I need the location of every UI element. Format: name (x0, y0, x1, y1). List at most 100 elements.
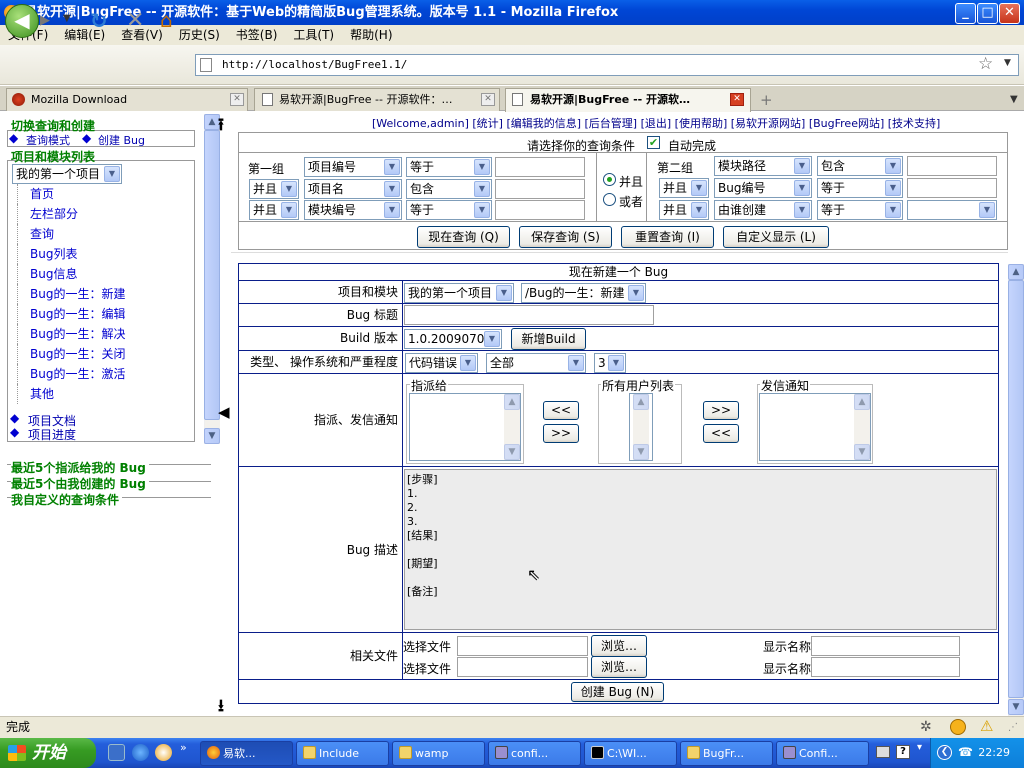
display-name-input-1[interactable] (811, 636, 960, 656)
tree-item-other[interactable]: 其他 (17, 384, 177, 404)
description-textarea[interactable]: [步骤] 1. 2. 3. [结果] [期望] [备注] (404, 469, 997, 630)
create-bug-button[interactable]: 创建 Bug (N) (571, 682, 664, 702)
maximize-button[interactable]: □ (977, 3, 998, 24)
radio-and[interactable] (603, 173, 616, 186)
tab-close-icon[interactable]: ✕ (230, 93, 244, 106)
g2-logic-select-2[interactable]: 并且 ▼ (659, 178, 709, 198)
g2-logic-select-3[interactable]: 并且 ▼ (659, 200, 709, 220)
scroll-up-icon[interactable]: ▲ (504, 394, 520, 410)
tree-item-bug-info[interactable]: Bug信息 (17, 264, 177, 284)
bug-type-select[interactable]: 代码错误 ▼ (405, 353, 478, 373)
recent-assigned-link[interactable]: 最近5个指派给我的 Bug (11, 459, 149, 476)
move-right-button[interactable]: >> (543, 424, 579, 443)
tree-item-left-part[interactable]: 左栏部分 (17, 204, 177, 224)
history-dropdown-icon[interactable]: ▼ (63, 13, 71, 24)
tree-item-query[interactable]: 查询 (17, 224, 177, 244)
help-icon[interactable]: ? (896, 745, 910, 759)
radio-or[interactable] (603, 193, 616, 206)
bug-project-select[interactable]: 我的第一个项目 ▼ (404, 283, 514, 303)
tab-close-icon[interactable]: ✕ (481, 93, 495, 106)
add-mail-button[interactable]: >> (703, 401, 739, 420)
home-icon[interactable]: ⌂ (160, 8, 173, 32)
tab-list-dropdown-icon[interactable]: ▼ (1010, 94, 1018, 105)
build-select[interactable]: 1.0.20090708 ▼ (404, 329, 502, 349)
project-progress-link[interactable]: 项目进度 (28, 426, 76, 443)
bookmark-star-icon[interactable]: ☆ (978, 54, 993, 74)
tree-item-lifecycle-resolve[interactable]: Bug的一生：解决 (17, 324, 177, 344)
menu-bookmarks[interactable]: 书签(B) (236, 28, 278, 42)
move-left-button[interactable]: << (543, 401, 579, 420)
tree-item-lifecycle-edit[interactable]: Bug的一生：编辑 (17, 304, 177, 324)
top-links[interactable]: [Welcome,admin] [统计] [编辑我的信息] [后台管理] [退出… (372, 115, 940, 131)
bug-title-input[interactable] (404, 305, 654, 325)
tab-mozilla-download[interactable]: Mozilla Download (6, 88, 248, 111)
close-window-button[interactable]: ✕ (999, 3, 1020, 24)
g1-field-select-2[interactable]: 项目名 ▼ (304, 179, 402, 199)
browse-button-1[interactable]: 浏览… (591, 635, 647, 657)
reload-icon[interactable]: ↻ (90, 9, 108, 33)
query-mode-link[interactable]: 查询模式 (26, 132, 70, 148)
scroll-down-icon[interactable]: ▼ (633, 444, 649, 460)
g2-value-select-3[interactable]: ▼ (907, 200, 997, 220)
scroll-thumb[interactable] (204, 130, 220, 420)
remove-mail-button[interactable]: << (703, 424, 739, 443)
g1-value-input-3[interactable] (495, 200, 585, 220)
tree-item-lifecycle-activate[interactable]: Bug的一生：激活 (17, 364, 177, 384)
quicklaunch-more-icon[interactable]: » (180, 741, 187, 754)
g1-value-input-2[interactable] (495, 179, 585, 199)
url-bar[interactable]: http://localhost/BugFree1.1/ (195, 54, 1019, 76)
autocomplete-checkbox[interactable]: ✔ (647, 136, 660, 149)
url-dropdown-icon[interactable]: ▼ (1004, 58, 1011, 68)
collapse-left-icon[interactable]: ◀ (218, 403, 230, 421)
scroll-down-icon[interactable]: ▼ (854, 444, 870, 460)
quicklaunch-media-icon[interactable] (155, 744, 172, 761)
os-select[interactable]: 全部 ▼ (486, 353, 586, 373)
tree-item-lifecycle-close[interactable]: Bug的一生：关闭 (17, 344, 177, 364)
quicklaunch-ie-icon[interactable] (132, 744, 149, 761)
custom-display-button[interactable]: 自定义显示 (L) (723, 226, 829, 248)
query-now-button[interactable]: 现在查询 (Q) (417, 226, 510, 248)
menu-history[interactable]: 历史(S) (179, 28, 220, 42)
scroll-down-icon[interactable]: ▼ (1008, 699, 1024, 715)
tab-bugfree-2[interactable]: 易软开源|BugFree -- 开源软… (505, 88, 751, 112)
network-icon[interactable]: ☎ (958, 746, 974, 758)
g2-value-input-2[interactable] (907, 178, 997, 198)
g1-op-select-1[interactable]: 等于 ▼ (406, 157, 492, 177)
severity-select[interactable]: 3 ▼ (594, 353, 626, 373)
file-input-1[interactable] (457, 636, 588, 656)
g2-field-select-1[interactable]: 模块路径 ▼ (714, 156, 812, 176)
g1-field-select-1[interactable]: 项目编号 ▼ (304, 157, 402, 177)
forward-arrow-icon[interactable]: ▶ (40, 11, 60, 31)
smiley-icon[interactable] (950, 719, 966, 735)
menu-tools[interactable]: 工具(T) (293, 28, 334, 42)
display-name-input-2[interactable] (811, 657, 960, 677)
tab-close-icon[interactable]: ✕ (730, 93, 744, 106)
g1-op-select-3[interactable]: 等于 ▼ (406, 200, 492, 220)
recent-created-link[interactable]: 最近5个由我创建的 Bug (11, 475, 149, 492)
g2-field-select-2[interactable]: Bug编号 ▼ (714, 178, 812, 198)
scroll-down-icon[interactable]: ▼ (204, 428, 220, 444)
keyboard-icon[interactable] (876, 746, 890, 758)
g1-logic-select-3[interactable]: 并且 ▼ (249, 200, 299, 220)
scroll-up-icon[interactable]: ▲ (1008, 264, 1024, 280)
quicklaunch-desktop-icon[interactable] (108, 744, 125, 761)
tree-item-lifecycle-new[interactable]: Bug的一生：新建 (17, 284, 177, 304)
project-select[interactable]: 我的第一个项目 ▼ (12, 164, 122, 184)
tree-item-bug-list[interactable]: Bug列表 (17, 244, 177, 264)
toolbar-more-icon[interactable]: ▾ (917, 742, 922, 753)
up-arrow-icon[interactable]: ⭱ (218, 112, 224, 141)
tab-bugfree-1[interactable]: 易软开源|BugFree -- 开源软件：… (254, 88, 500, 111)
minimize-button[interactable]: _ (955, 3, 976, 24)
g2-field-select-3[interactable]: 由谁创建 ▼ (714, 200, 812, 220)
g2-op-select-1[interactable]: 包含 ▼ (817, 156, 903, 176)
g1-value-input-1[interactable] (495, 157, 585, 177)
stop-icon[interactable]: ✕ (126, 8, 144, 33)
add-build-button[interactable]: 新增Build (511, 328, 586, 350)
back-arrow-icon[interactable]: ◀ (5, 4, 39, 38)
create-bug-link[interactable]: 创建 Bug (98, 132, 145, 148)
browse-button-2[interactable]: 浏览… (591, 656, 647, 678)
g2-op-select-2[interactable]: 等于 ▼ (817, 178, 903, 198)
bug-module-select[interactable]: /Bug的一生：新建 ▼ (521, 283, 646, 303)
scroll-up-icon[interactable]: ▲ (854, 394, 870, 410)
tree-item-home[interactable]: 首页 (17, 184, 177, 204)
